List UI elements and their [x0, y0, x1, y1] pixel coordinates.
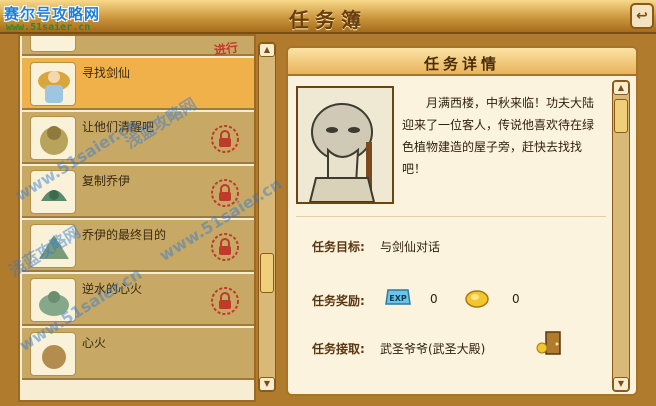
quest-target-row: 任务目标: 与剑仙对话 [312, 238, 440, 255]
npc-portrait [296, 86, 394, 204]
quest-item-heart-fire-against-water[interactable]: 逆水的心火 [22, 274, 254, 326]
lock-icon [211, 233, 239, 261]
scroll-up-icon[interactable]: ▲ [613, 81, 629, 95]
scroll-down-icon[interactable]: ▼ [613, 377, 629, 391]
quest-list: 进行 寻找剑仙 让他们清醒吧 复制乔伊 乔伊的最终目的 逆水的心火 心火 [18, 34, 256, 402]
detail-header: 任务详情 [288, 48, 636, 76]
scroll-down-icon[interactable]: ▼ [259, 377, 275, 391]
quest-story: 月满西楼，中秋来临！功夫大陆迎来了一位客人，传说他喜欢待在绿色植物建造的屋子旁，… [402, 96, 595, 176]
quest-receiver-value: 武圣爷爷(武圣大殿) [380, 342, 486, 356]
quest-thumbnail-icon [30, 278, 76, 322]
quest-target-label: 任务目标: [312, 240, 365, 254]
quest-receiver-row: 任务接取: 武圣爷爷(武圣大殿) [312, 340, 485, 357]
quest-thumbnail-icon [30, 332, 76, 376]
exp-icon: EXP [385, 289, 411, 305]
quest-label: 复制乔伊 [82, 174, 131, 188]
door-icon[interactable] [536, 330, 564, 356]
quest-thumbnail-icon [30, 170, 76, 214]
in-progress-stamp: 进行 [213, 40, 239, 58]
back-icon[interactable]: ↩ [630, 3, 654, 29]
quest-label: 让他们清醒吧 [82, 120, 155, 134]
divider [296, 216, 606, 217]
window-title: 任务簿 [289, 8, 367, 32]
coin-reward-value: 0 [512, 292, 520, 306]
quest-label: 逆水的心火 [82, 282, 143, 296]
quest-target-value: 与剑仙对话 [380, 240, 441, 254]
quest-reward-row: 任务奖励: [312, 292, 365, 309]
quest-item-joy-final-goal[interactable]: 乔伊的最终目的 [22, 220, 254, 272]
quest-item-find-sword-immortal[interactable]: 寻找剑仙 [22, 58, 254, 110]
quest-book-window: 赛尔号攻略网 www.51saier.cn 任务簿 ↩ 进行 寻找剑仙 让他们清… [0, 0, 656, 406]
quest-item-copy-joy[interactable]: 复制乔伊 [22, 166, 254, 218]
detail-scrollbar[interactable]: ▲ ▼ [612, 80, 630, 392]
quest-label: 心火 [82, 336, 107, 350]
lock-icon [211, 179, 239, 207]
coin-icon [465, 290, 489, 308]
quest-thumbnail-icon [30, 224, 76, 268]
quest-thumbnail-icon [30, 62, 76, 106]
quest-label: 乔伊的最终目的 [82, 228, 167, 242]
lock-icon [211, 125, 239, 153]
exp-reward-value: 0 [430, 292, 438, 306]
svg-text:EXP: EXP [389, 294, 407, 303]
quest-item-heart-fire[interactable]: 心火 [22, 328, 254, 380]
quest-reward-label: 任务奖励: [312, 294, 365, 308]
quest-label: 寻找剑仙 [82, 66, 131, 80]
scroll-thumb[interactable] [614, 99, 628, 133]
detail-title: 任务详情 [423, 55, 500, 73]
lock-icon [211, 287, 239, 315]
title-bar: 赛尔号攻略网 www.51saier.cn 任务簿 ↩ [0, 0, 656, 34]
quest-item-in-progress[interactable]: 进行 [22, 36, 254, 58]
quest-receiver-label: 任务接取: [312, 342, 365, 356]
scroll-thumb[interactable] [260, 253, 274, 293]
quest-thumbnail-icon [30, 116, 76, 160]
quest-list-scrollbar[interactable]: ▲ ▼ [258, 42, 276, 392]
quest-detail-panel: 任务详情 月满西楼，中秋来临！功夫大陆迎来了一位客人，传说他喜欢待在绿色植物建造… [286, 46, 638, 396]
quest-thumbnail-icon [30, 36, 76, 52]
quest-item-wake-them-up[interactable]: 让他们清醒吧 [22, 112, 254, 164]
scroll-up-icon[interactable]: ▲ [259, 43, 275, 57]
